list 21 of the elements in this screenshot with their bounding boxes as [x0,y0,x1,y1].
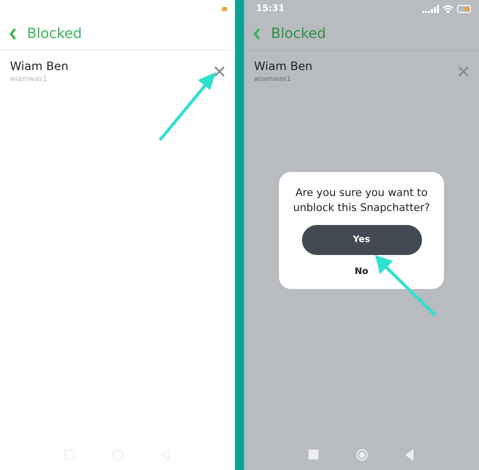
signal-icon [422,5,439,13]
wifi-icon [442,4,454,14]
square-icon[interactable] [308,449,320,461]
back-triangle-icon[interactable] [404,449,416,461]
screen-title: Blocked [27,26,82,42]
back-icon[interactable] [253,28,261,40]
close-icon[interactable] [214,66,225,76]
back-icon[interactable] [9,28,17,40]
close-icon[interactable] [458,66,469,76]
no-button[interactable]: No [348,265,374,280]
dialog-message: Are you sure you want to unblock this Snapchatter? [292,186,431,216]
battery-icon [222,7,227,11]
battery-icon [457,5,471,13]
screen-title: Blocked [271,26,326,42]
user-name: Wiam Ben [254,59,312,73]
pointer-arrow [375,255,436,316]
home-icon[interactable] [356,449,368,461]
yes-button[interactable]: Yes [302,225,422,256]
status-time: 15:31 [256,4,285,14]
pointer-arrow [158,72,216,141]
user-name: Wiam Ben [10,59,68,73]
